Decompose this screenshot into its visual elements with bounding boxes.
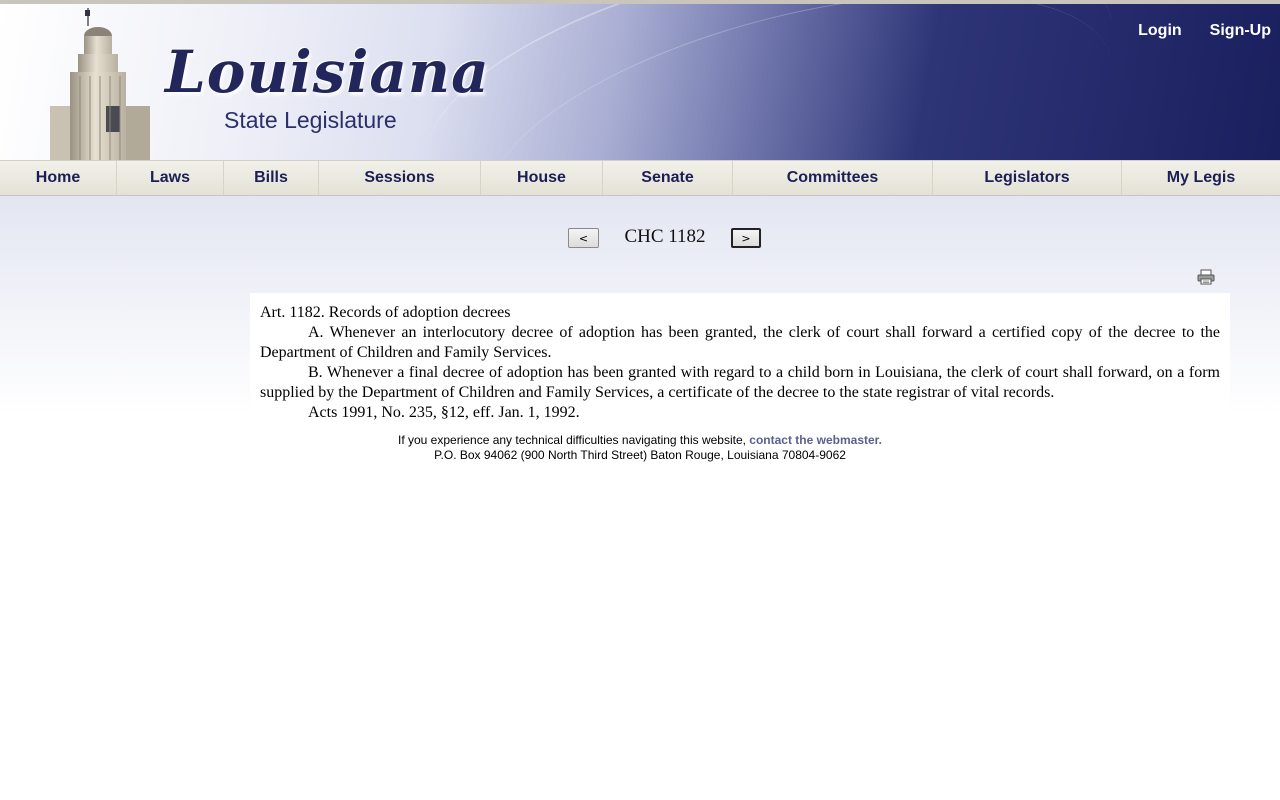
law-document: Art. 1182. Records of adoption decrees A… xyxy=(250,293,1230,427)
printer-icon[interactable] xyxy=(1197,269,1215,285)
contact-webmaster-link[interactable]: contact the webmaster. xyxy=(749,433,882,447)
nav-item-committees[interactable]: Committees xyxy=(733,161,933,195)
login-link[interactable]: Login xyxy=(1138,22,1182,40)
document-pager: < CHC 1182 > xyxy=(0,226,1280,252)
footer-address: P.O. Box 94062 (900 North Third Street) … xyxy=(434,448,846,462)
previous-button[interactable]: < xyxy=(568,228,599,248)
header-banner: Louisiana State Legislature Login Sign-U… xyxy=(0,0,1280,160)
footer-help-line: If you experience any technical difficul… xyxy=(0,433,1280,448)
logo-subtitle: State Legislature xyxy=(224,107,397,133)
auth-links: Login Sign-Up xyxy=(1138,22,1271,40)
nav-item-legislators[interactable]: Legislators xyxy=(933,161,1122,195)
footer-help-text: If you experience any technical difficul… xyxy=(397,433,750,447)
nav-item-laws[interactable]: Laws xyxy=(117,161,224,195)
logo-script-text: Louisiana xyxy=(165,38,490,106)
capitol-building-image xyxy=(50,8,150,160)
page-footer: If you experience any technical difficul… xyxy=(0,433,1280,463)
paragraph-a: A. Whenever an interlocutory decree of a… xyxy=(260,324,1220,361)
nav-item-my-legis[interactable]: My Legis xyxy=(1122,161,1280,195)
nav-item-home[interactable]: Home xyxy=(0,161,117,195)
paragraph-b: B. Whenever a final decree of adoption h… xyxy=(260,364,1220,401)
nav-item-sessions[interactable]: Sessions xyxy=(319,161,481,195)
document-id: CHC 1182 xyxy=(624,226,706,247)
article-heading: Art. 1182. Records of adoption decrees xyxy=(260,304,511,321)
nav-item-bills[interactable]: Bills xyxy=(224,161,319,195)
main-nav: Home Laws Bills Sessions House Senate Co… xyxy=(0,160,1280,196)
nav-item-house[interactable]: House xyxy=(481,161,603,195)
signup-link[interactable]: Sign-Up xyxy=(1210,22,1271,40)
nav-item-senate[interactable]: Senate xyxy=(603,161,733,195)
next-button[interactable]: > xyxy=(731,228,761,248)
acts-citation: Acts 1991, No. 235, §12, eff. Jan. 1, 19… xyxy=(308,404,580,421)
